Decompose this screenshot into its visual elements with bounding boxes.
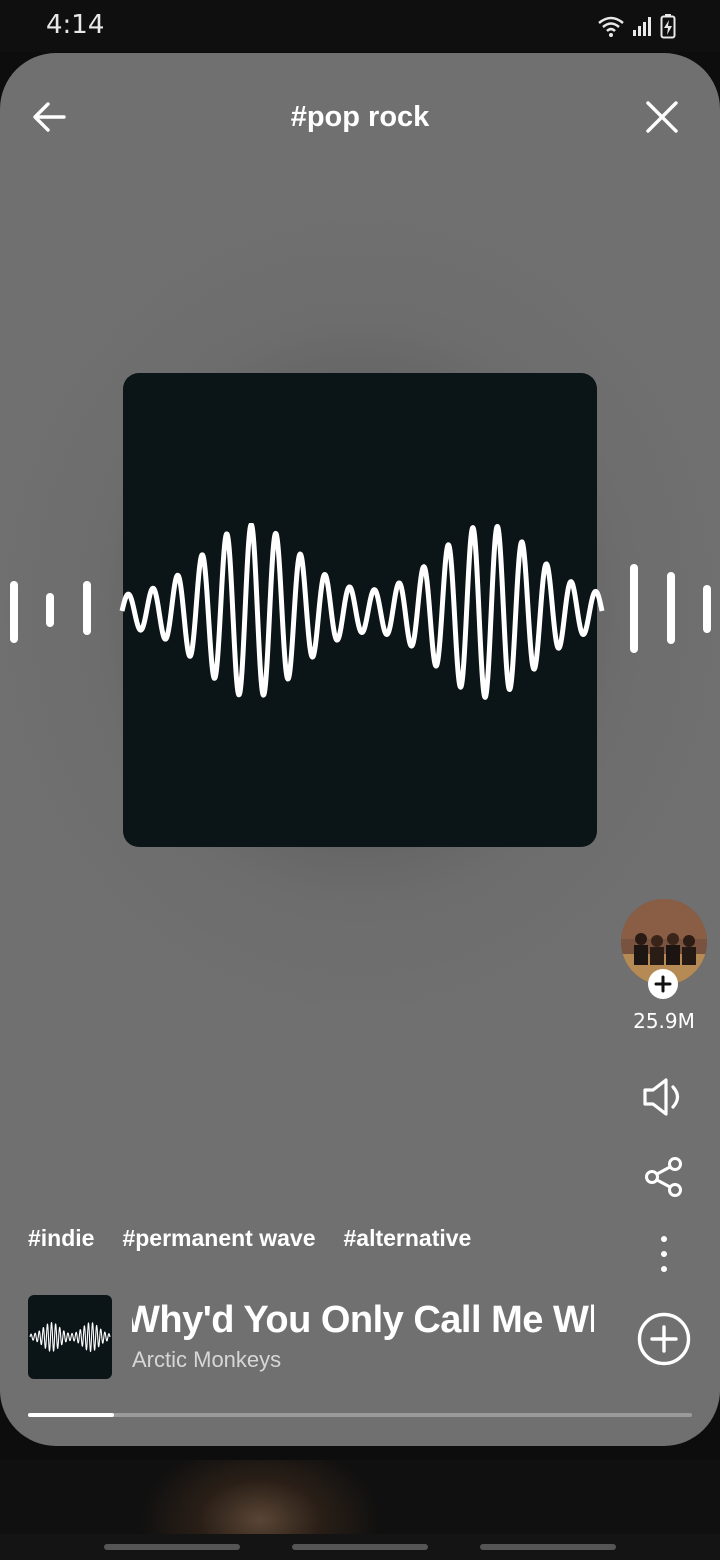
progress-bar[interactable]	[28, 1413, 692, 1417]
status-icons	[596, 12, 676, 40]
nav-pill	[104, 1544, 240, 1550]
progress-fill	[28, 1413, 115, 1417]
more-options-button[interactable]	[652, 1233, 676, 1277]
track-thumbnail-art	[29, 1321, 111, 1353]
nav-pill	[480, 1544, 616, 1550]
follow-artist-button[interactable]	[648, 969, 678, 999]
status-bar: 4:14	[0, 0, 720, 52]
tag-chip[interactable]: #permanent wave	[122, 1225, 315, 1252]
battery-charging-icon	[660, 14, 676, 39]
track-thumbnail[interactable]	[28, 1295, 112, 1379]
volume-button[interactable]	[640, 1075, 688, 1119]
nav-pill	[292, 1544, 428, 1550]
wifi-icon	[598, 16, 624, 37]
more-vertical-icon	[661, 1236, 667, 1272]
signal-icon	[633, 17, 651, 36]
waveform-graphic	[10, 523, 711, 700]
track-info[interactable]: Why'd You Only Call Me When You're High?…	[132, 1295, 594, 1379]
share-button[interactable]	[642, 1155, 686, 1199]
close-icon	[646, 101, 678, 133]
tag-list: #indie #permanent wave #alternative	[28, 1225, 471, 1252]
waveform-wave	[119, 523, 605, 700]
close-button[interactable]	[642, 97, 682, 137]
speaker-muted-icon	[643, 1078, 680, 1116]
player-card: #pop rock 25.9M #indie #permanent wave #…	[0, 53, 720, 1446]
followers-count: 25.9M	[633, 1009, 695, 1033]
share-icon	[645, 1157, 682, 1197]
add-circle-icon	[637, 1312, 691, 1366]
add-to-library-button[interactable]	[636, 1311, 692, 1367]
tag-chip[interactable]: #alternative	[344, 1225, 472, 1252]
page-title: #pop rock	[290, 101, 430, 133]
tag-chip[interactable]: #indie	[28, 1225, 94, 1252]
status-time: 4:14	[46, 10, 105, 40]
track-artist: Arctic Monkeys	[132, 1347, 282, 1372]
plus-icon	[654, 975, 672, 993]
track-title: Why'd You Only Call Me When You're High?	[132, 1299, 594, 1341]
